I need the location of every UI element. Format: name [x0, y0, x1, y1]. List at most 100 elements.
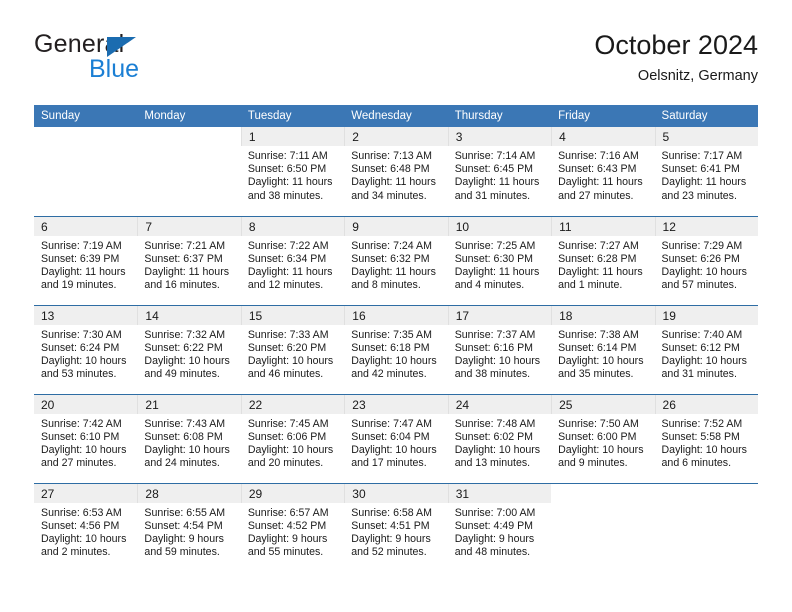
sunrise-text: Sunrise: 7:38 AM [558, 328, 639, 341]
day-cell[interactable]: 2 Sunrise: 7:13 AM Sunset: 6:48 PM Dayli… [344, 127, 448, 216]
day-cell[interactable]: 18 Sunrise: 7:38 AM Sunset: 6:14 PM Dayl… [551, 304, 655, 394]
sunrise-text: Sunrise: 7:50 AM [558, 417, 639, 430]
daylight-text-line2: and 9 minutes. [558, 457, 628, 470]
day-cell[interactable]: 28 Sunrise: 6:55 AM Sunset: 4:54 PM Dayl… [137, 482, 241, 572]
day-cell[interactable]: 12 Sunrise: 7:29 AM Sunset: 6:26 PM Dayl… [654, 215, 758, 305]
day-cell[interactable]: 5 Sunrise: 7:17 AM Sunset: 6:41 PM Dayli… [654, 127, 758, 216]
sunset-text: Sunset: 6:32 PM [351, 252, 430, 265]
weekday-header-thursday: Thursday [447, 105, 552, 127]
day-number: 2 [344, 127, 448, 146]
sunrise-text: Sunrise: 6:58 AM [351, 506, 432, 519]
day-cell[interactable]: 25 Sunrise: 7:50 AM Sunset: 6:00 PM Dayl… [551, 393, 655, 483]
day-cell[interactable]: 3 Sunrise: 7:14 AM Sunset: 6:45 PM Dayli… [447, 127, 552, 216]
day-cell[interactable]: 29 Sunrise: 6:57 AM Sunset: 4:52 PM Dayl… [240, 482, 345, 572]
day-cell[interactable]: 1 Sunrise: 7:11 AM Sunset: 6:50 PM Dayli… [240, 127, 345, 216]
day-cell[interactable]: 31 Sunrise: 7:00 AM Sunset: 4:49 PM Dayl… [447, 482, 552, 572]
sunset-text: Sunset: 6:22 PM [144, 341, 223, 354]
day-number: 19 [654, 305, 758, 325]
day-cell[interactable]: 10 Sunrise: 7:25 AM Sunset: 6:30 PM Dayl… [447, 215, 552, 305]
daylight-text-line1: Daylight: 11 hours [247, 265, 333, 278]
daylight-text-line1: Daylight: 10 hours [41, 532, 127, 545]
sunrise-text: Sunrise: 7:00 AM [454, 506, 536, 519]
day-cell[interactable]: 15 Sunrise: 7:33 AM Sunset: 6:20 PM Dayl… [240, 304, 345, 394]
day-cell[interactable]: 23 Sunrise: 7:47 AM Sunset: 6:04 PM Dayl… [344, 393, 448, 483]
day-number: 4 [551, 127, 655, 146]
sunrise-text: Sunrise: 7:27 AM [558, 239, 639, 252]
day-info: Sunrise: 7:47 AM Sunset: 6:04 PM Dayligh… [344, 414, 447, 471]
day-info: Sunrise: 7:48 AM Sunset: 6:02 PM Dayligh… [448, 414, 551, 471]
sunset-text: Sunset: 4:56 PM [41, 519, 120, 532]
day-cell[interactable]: 19 Sunrise: 7:40 AM Sunset: 6:12 PM Dayl… [654, 304, 758, 394]
day-info: Sunrise: 7:45 AM Sunset: 6:06 PM Dayligh… [241, 414, 344, 471]
day-cell[interactable]: 11 Sunrise: 7:27 AM Sunset: 6:28 PM Dayl… [551, 215, 655, 305]
daylight-text-line1: Daylight: 11 hours [454, 176, 540, 189]
day-info: Sunrise: 7:19 AM Sunset: 6:39 PM Dayligh… [34, 236, 137, 293]
day-info: Sunrise: 7:24 AM Sunset: 6:32 PM Dayligh… [344, 236, 447, 293]
sunrise-text: Sunrise: 6:55 AM [144, 506, 226, 519]
weekday-header-saturday: Saturday [654, 105, 758, 127]
day-cell [137, 127, 241, 216]
sunrise-text: Sunrise: 7:37 AM [454, 328, 536, 341]
sunrise-text: Sunrise: 7:11 AM [247, 150, 328, 162]
day-cell[interactable]: 22 Sunrise: 7:45 AM Sunset: 6:06 PM Dayl… [240, 393, 345, 483]
day-cell [654, 482, 758, 572]
sunrise-text: Sunrise: 7:24 AM [351, 239, 432, 252]
daylight-text-line1: Daylight: 9 hours [351, 532, 431, 545]
day-info: Sunrise: 7:14 AM Sunset: 6:45 PM Dayligh… [448, 146, 551, 203]
calendar-body: 1 Sunrise: 7:11 AM Sunset: 6:50 PM Dayli… [34, 127, 758, 572]
day-info [551, 503, 654, 507]
day-info: Sunrise: 6:58 AM Sunset: 4:51 PM Dayligh… [344, 503, 447, 560]
day-info [655, 503, 758, 507]
day-cell[interactable]: 16 Sunrise: 7:35 AM Sunset: 6:18 PM Dayl… [344, 304, 448, 394]
day-cell[interactable]: 6 Sunrise: 7:19 AM Sunset: 6:39 PM Dayli… [34, 215, 138, 305]
sunrise-text: Sunrise: 7:52 AM [661, 417, 743, 430]
weekday-header-sunday: Sunday [34, 105, 138, 127]
day-cell[interactable]: 9 Sunrise: 7:24 AM Sunset: 6:32 PM Dayli… [344, 215, 448, 305]
title-block: October 2024 Oelsnitz, Germany [594, 28, 758, 86]
day-info: Sunrise: 7:00 AM Sunset: 4:49 PM Dayligh… [448, 503, 551, 560]
sunset-text: Sunset: 4:49 PM [454, 519, 534, 532]
day-cell[interactable]: 8 Sunrise: 7:22 AM Sunset: 6:34 PM Dayli… [240, 215, 345, 305]
day-cell[interactable]: 4 Sunrise: 7:16 AM Sunset: 6:43 PM Dayli… [551, 127, 655, 216]
day-number: 13 [34, 305, 138, 325]
daylight-text-line2: and 27 minutes. [41, 457, 117, 470]
day-info: Sunrise: 7:29 AM Sunset: 6:26 PM Dayligh… [655, 236, 758, 293]
day-number: 11 [551, 216, 655, 236]
brand-logo: General Blue [34, 30, 294, 90]
day-number: 14 [137, 305, 241, 325]
daylight-text-line1: Daylight: 10 hours [247, 443, 334, 456]
sunrise-text: Sunrise: 7:16 AM [558, 150, 639, 162]
sunset-text: Sunset: 6:16 PM [454, 341, 534, 354]
day-cell[interactable]: 26 Sunrise: 7:52 AM Sunset: 5:58 PM Dayl… [654, 393, 758, 483]
day-number: 18 [551, 305, 655, 325]
day-cell[interactable]: 13 Sunrise: 7:30 AM Sunset: 6:24 PM Dayl… [34, 304, 138, 394]
day-number: 5 [654, 127, 758, 146]
day-cell[interactable]: 14 Sunrise: 7:32 AM Sunset: 6:22 PM Dayl… [137, 304, 241, 394]
day-info: Sunrise: 7:32 AM Sunset: 6:22 PM Dayligh… [137, 325, 240, 382]
daylight-text-line2: and 38 minutes. [454, 368, 531, 381]
sunset-text: Sunset: 4:54 PM [144, 519, 223, 532]
day-cell[interactable]: 21 Sunrise: 7:43 AM Sunset: 6:08 PM Dayl… [137, 393, 241, 483]
day-cell[interactable]: 30 Sunrise: 6:58 AM Sunset: 4:51 PM Dayl… [344, 482, 448, 572]
day-info: Sunrise: 7:16 AM Sunset: 6:43 PM Dayligh… [551, 146, 654, 203]
sunrise-text: Sunrise: 7:40 AM [661, 328, 743, 341]
day-cell[interactable]: 27 Sunrise: 6:53 AM Sunset: 4:56 PM Dayl… [34, 482, 138, 572]
daylight-text-line2: and 53 minutes. [41, 368, 117, 381]
week-row: 20 Sunrise: 7:42 AM Sunset: 6:10 PM Dayl… [34, 393, 758, 483]
day-info: Sunrise: 7:37 AM Sunset: 6:16 PM Dayligh… [448, 325, 551, 382]
sunrise-text: Sunrise: 7:17 AM [661, 150, 743, 162]
daylight-text-line2: and 24 minutes. [144, 457, 220, 470]
day-cell[interactable]: 7 Sunrise: 7:21 AM Sunset: 6:37 PM Dayli… [137, 215, 241, 305]
daylight-text-line1: Daylight: 11 hours [558, 176, 643, 189]
daylight-text-line1: Daylight: 10 hours [41, 354, 127, 367]
day-info: Sunrise: 7:40 AM Sunset: 6:12 PM Dayligh… [655, 325, 758, 382]
day-cell[interactable]: 20 Sunrise: 7:42 AM Sunset: 6:10 PM Dayl… [34, 393, 138, 483]
day-info: Sunrise: 7:35 AM Sunset: 6:18 PM Dayligh… [344, 325, 447, 382]
sunrise-text: Sunrise: 7:33 AM [247, 328, 329, 341]
day-info: Sunrise: 7:11 AM Sunset: 6:50 PM Dayligh… [241, 146, 344, 203]
day-cell[interactable]: 17 Sunrise: 7:37 AM Sunset: 6:16 PM Dayl… [447, 304, 552, 394]
day-info: Sunrise: 7:30 AM Sunset: 6:24 PM Dayligh… [34, 325, 137, 382]
sunset-text: Sunset: 4:52 PM [247, 519, 327, 532]
daylight-text-line1: Daylight: 11 hours [661, 176, 747, 189]
day-cell[interactable]: 24 Sunrise: 7:48 AM Sunset: 6:02 PM Dayl… [447, 393, 552, 483]
